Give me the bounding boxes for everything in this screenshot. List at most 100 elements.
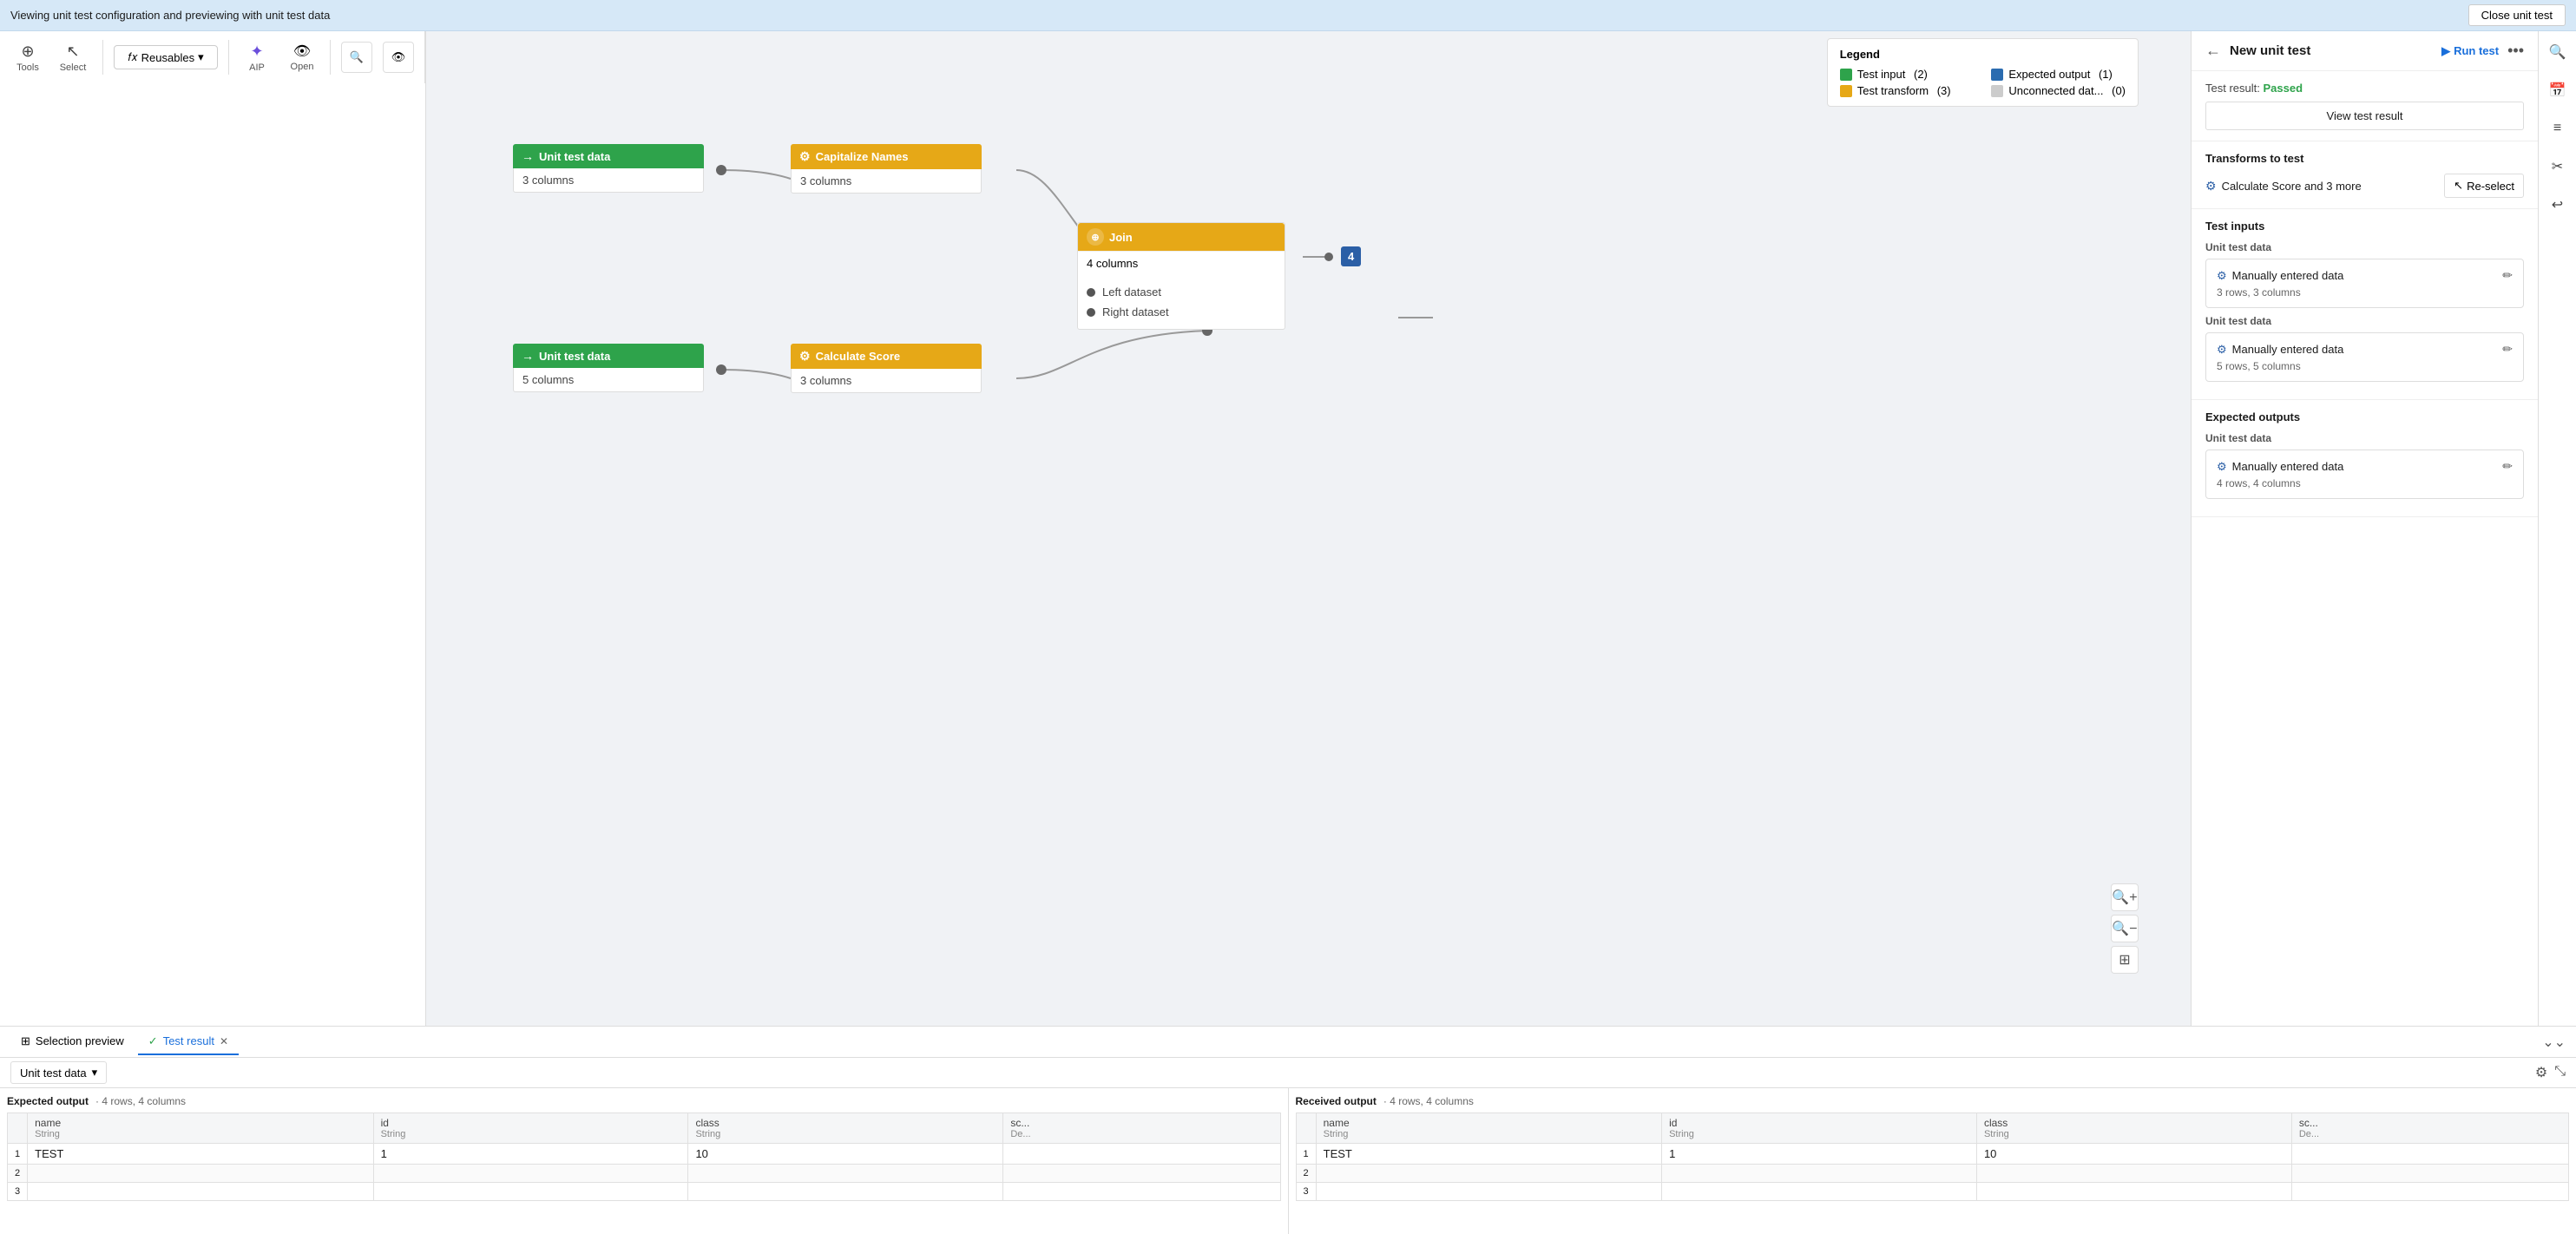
test-input-2-meta: 5 rows, 5 columns <box>2217 360 2513 372</box>
node-capitalize-names[interactable]: ⚙ Capitalize Names 3 columns <box>791 144 982 194</box>
sidebar-icon-search[interactable]: 🔍 <box>2544 38 2572 66</box>
join-icon: ⊕ <box>1087 228 1104 246</box>
view-test-result-button[interactable]: View test result <box>2205 102 2524 130</box>
tab-test-result[interactable]: ✓ Test result ✕ <box>138 1029 239 1055</box>
recv-r2-sc <box>2291 1165 2568 1183</box>
search-button[interactable]: 🔍 <box>341 42 372 73</box>
tab-selection-preview[interactable]: ⊞ Selection preview <box>10 1029 135 1055</box>
recv-r3-name <box>1316 1183 1661 1201</box>
bottom-toolbar: Unit test data ▾ ⚙ ⤡ <box>0 1058 2576 1088</box>
canvas-actions: 🔍+ 🔍− ⊞ <box>2111 883 2139 974</box>
legend-color-test-input <box>1840 69 1852 81</box>
bottom-content: Expected output · 4 rows, 4 columns name… <box>0 1088 2576 1234</box>
close-unit-test-button[interactable]: Close unit test <box>2468 4 2566 26</box>
node-join[interactable]: ⊕ Join 4 columns Left dataset Right data… <box>1077 222 1285 330</box>
sidebar-icon-grid[interactable]: ≡ <box>2544 115 2572 142</box>
expected-row-1: 1 TEST 1 10 <box>8 1144 1281 1165</box>
output-icon-1: ⚙ <box>2217 460 2227 474</box>
bottom-tabs: ⊞ Selection preview ✓ Test result ✕ ⌄⌄ <box>0 1027 2576 1058</box>
unit-test-dropdown-label: Unit test data <box>20 1067 87 1080</box>
test-input-1-name: ⚙ Manually entered data <box>2217 269 2343 283</box>
node-calculate-score[interactable]: ⚙ Calculate Score 3 columns <box>791 344 982 393</box>
top-bar-text: Viewing unit test configuration and prev… <box>10 9 330 22</box>
add-tool-button[interactable]: ⊕ Tools <box>10 37 45 78</box>
expected-r1-sc <box>1003 1144 1280 1165</box>
fit-view-button[interactable]: ⊞ <box>2111 946 2139 974</box>
recv-r1-id: 1 <box>1662 1144 1977 1165</box>
join-title: Join <box>1109 231 1133 244</box>
expected-r2-class <box>688 1165 1003 1183</box>
col-header-sc-expected: sc... De... <box>1003 1113 1280 1144</box>
edit-test-input-2-button[interactable]: ✏ <box>2502 342 2513 357</box>
select-tool-button[interactable]: ↖ Select <box>54 37 92 78</box>
expected-r3-name <box>28 1183 373 1201</box>
settings-icon[interactable]: ⚙ <box>2535 1064 2547 1081</box>
sidebar-icon-calendar[interactable]: 📅 <box>2544 76 2572 104</box>
right-panel: ← New unit test ▶ Run test ••• Test resu… <box>2191 31 2538 1026</box>
recv-r3-id <box>1662 1183 1977 1201</box>
open-button[interactable]: 👁 Open <box>285 37 319 77</box>
col-header-class-expected: class String <box>688 1113 1003 1144</box>
node-icon-unit-test-data-2: → <box>522 349 534 363</box>
transform-icon: ⚙ <box>2205 179 2217 194</box>
legend-label-test-transform: Test transform <box>1857 84 1929 97</box>
recv-row-num-2: 2 <box>1296 1165 1316 1183</box>
reselect-icon: ↖ <box>2454 179 2463 193</box>
node-unit-test-data-2[interactable]: → Unit test data 5 columns <box>513 344 704 392</box>
transform-name: ⚙ Calculate Score and 3 more <box>2205 179 2362 194</box>
legend-color-expected-output <box>1991 69 2003 81</box>
received-row-3: 3 <box>1296 1183 2569 1201</box>
sidebar-icon-back[interactable]: ↩ <box>2544 191 2572 219</box>
expected-row-2: 2 <box>8 1165 1281 1183</box>
transform-name-label: Calculate Score and 3 more <box>2222 180 2362 193</box>
legend-item-test-transform: Test transform (3) <box>1840 84 1975 97</box>
test-input-1-label: Unit test data <box>2205 241 2524 253</box>
expected-outputs-title: Expected outputs <box>2205 410 2524 423</box>
collapse-bottom-panel-button[interactable]: ⌄⌄ <box>2542 1034 2566 1051</box>
tools-label: Tools <box>16 62 39 73</box>
expected-output-table-section: Expected output · 4 rows, 4 columns name… <box>0 1088 1288 1234</box>
zoom-out-button[interactable]: 🔍− <box>2111 915 2139 942</box>
unit-test-dropdown[interactable]: Unit test data ▾ <box>10 1061 107 1084</box>
reusables-label: Reusables <box>141 51 194 64</box>
top-bar: Viewing unit test configuration and prev… <box>0 0 2576 31</box>
expected-output-1-name-label: Manually entered data <box>2232 460 2344 473</box>
node-title-unit-test-data-2: Unit test data <box>539 350 610 363</box>
aip-button[interactable]: ✦ AIP <box>240 37 274 78</box>
expected-output-1-label: Unit test data <box>2205 432 2524 444</box>
expected-output-table-meta: · 4 rows, 4 columns <box>95 1095 186 1107</box>
zoom-in-button[interactable]: 🔍+ <box>2111 883 2139 911</box>
col-header-name-recv: name String <box>1316 1113 1661 1144</box>
test-result-tab-close-button[interactable]: ✕ <box>220 1035 228 1047</box>
node-header-unit-test-data-1: → Unit test data <box>513 144 704 168</box>
node-meta-unit-test-data-1: 3 columns <box>522 174 574 187</box>
col-header-class-recv: class String <box>1976 1113 2291 1144</box>
input-icon-2: ⚙ <box>2217 343 2227 357</box>
expand-table-button[interactable]: ⤡ <box>2554 1064 2566 1081</box>
output-node-label: 4 <box>1341 246 1361 266</box>
test-input-2-name-label: Manually entered data <box>2232 343 2344 356</box>
test-result-tab-icon: ✓ <box>148 1034 158 1048</box>
recv-r2-name <box>1316 1165 1661 1183</box>
run-test-button[interactable]: ▶ Run test <box>2441 44 2499 58</box>
join-body: 4 columns <box>1078 251 1285 275</box>
preview-toggle-button[interactable]: 👁 <box>383 42 414 73</box>
test-input-1-meta: 3 rows, 3 columns <box>2217 286 2513 299</box>
edit-expected-output-1-button[interactable]: ✏ <box>2502 459 2513 474</box>
canvas-area: Legend Test input (2) Expected output (1… <box>426 31 2191 1026</box>
edit-test-input-1-button[interactable]: ✏ <box>2502 268 2513 283</box>
open-icon: 👁 <box>293 43 311 60</box>
join-port-right: Right dataset <box>1087 302 1276 322</box>
transforms-section: Transforms to test ⚙ Calculate Score and… <box>2192 141 2538 209</box>
reusables-button[interactable]: 𝑓𝑥 Reusables ▾ <box>114 45 218 69</box>
more-options-button[interactable]: ••• <box>2507 42 2524 60</box>
sidebar-icon-cut[interactable]: ✂ <box>2544 153 2572 181</box>
reselect-button[interactable]: ↖ Re-select <box>2444 174 2524 198</box>
back-button[interactable]: ← <box>2205 42 2221 60</box>
expected-output-table: name String id String class String sc. <box>7 1113 1281 1201</box>
test-result-status: Passed <box>2263 82 2303 95</box>
node-unit-test-data-1[interactable]: → Unit test data 3 columns <box>513 144 704 193</box>
join-meta: 4 columns <box>1087 257 1138 270</box>
expected-outputs-section: Expected outputs Unit test data ⚙ Manual… <box>2192 400 2538 517</box>
join-ports: Left dataset Right dataset <box>1078 275 1285 329</box>
